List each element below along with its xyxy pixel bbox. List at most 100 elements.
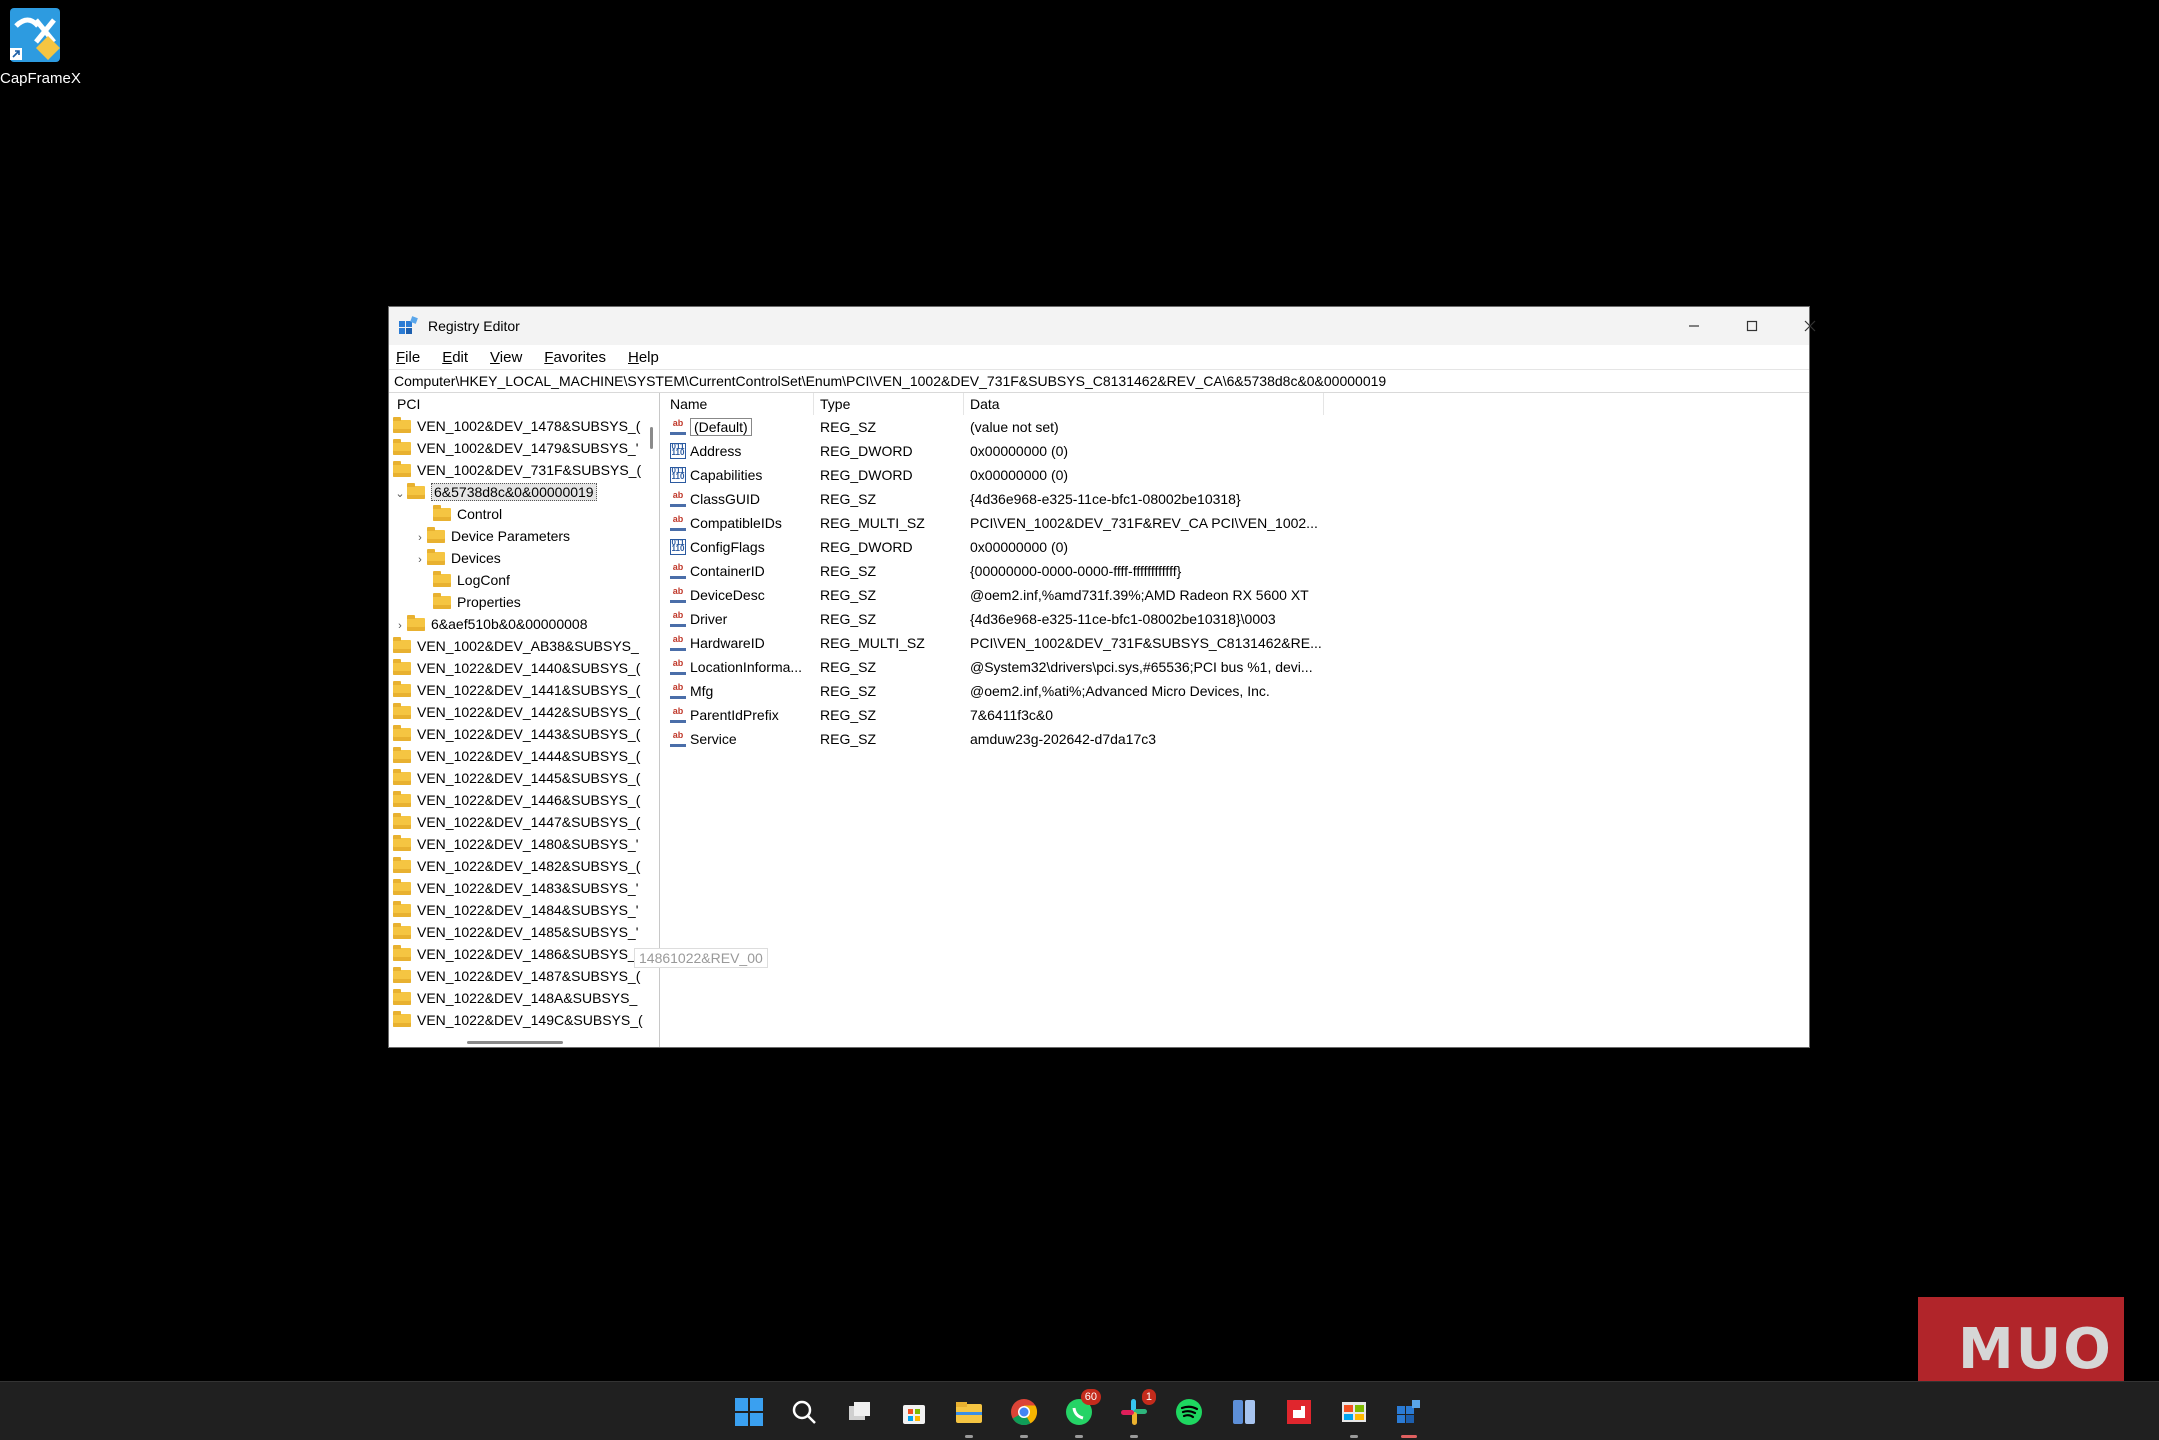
chevron-down-icon[interactable]: ⌄	[393, 483, 407, 505]
value-data: {4d36e968-e325-11ce-bfc1-08002be10318}	[970, 491, 1241, 507]
control-panel-button[interactable]	[1334, 1392, 1374, 1438]
value-row[interactable]: ab LocationInforma... REG_SZ @System32\driv…	[664, 655, 1809, 679]
menu-view[interactable]: View	[490, 349, 522, 366]
value-row[interactable]: 011 110 Address REG_DWORD 0x00000000 (0)	[664, 439, 1809, 463]
value-row[interactable]: ab Mfg REG_SZ @oem2.inf,%ati%;Advanced Micr…	[664, 679, 1809, 703]
tree-item[interactable]: VEN_1002&DEV_AB38&SUBSYS_	[389, 635, 659, 657]
close-button[interactable]	[1781, 307, 1839, 345]
folder-icon	[393, 725, 411, 741]
tree-item[interactable]: VEN_1002&DEV_1478&SUBSYS_(	[389, 415, 659, 437]
scroll-thumb[interactable]	[467, 1041, 563, 1044]
chrome-button[interactable]	[1004, 1392, 1044, 1438]
tree-item[interactable]: VEN_1022&DEV_149C&SUBSYS_(	[389, 1009, 659, 1031]
tree-horizontal-scrollbar[interactable]	[389, 1035, 645, 1047]
column-header-type[interactable]: Type	[814, 393, 964, 415]
amd-software-button[interactable]	[1279, 1392, 1319, 1432]
value-name: ConfigFlags	[690, 539, 765, 555]
tree-item[interactable]: VEN_1022&DEV_1486&SUBSYS_	[389, 943, 659, 965]
value-row[interactable]: ab HardwareID REG_MULTI_SZ PCI\VEN_1002&DEV…	[664, 631, 1809, 655]
tree-item[interactable]: VEN_1002&DEV_731F&SUBSYS_(	[389, 459, 659, 481]
value-data: @oem2.inf,%ati%;Advanced Micro Devices, …	[970, 683, 1270, 699]
value-row[interactable]: 011 110 Capabilities REG_DWORD 0x00000000 (0…	[664, 463, 1809, 487]
tree-item[interactable]: VEN_1022&DEV_1447&SUBSYS_(	[389, 811, 659, 833]
tree-item[interactable]: VEN_1022&DEV_148A&SUBSYS_	[389, 987, 659, 1009]
minimize-button[interactable]	[1665, 307, 1723, 345]
folder-icon	[427, 527, 445, 543]
tree-root[interactable]: PCI	[389, 393, 659, 415]
tree-item[interactable]: Control	[389, 503, 659, 525]
tree-item[interactable]: VEN_1022&DEV_1480&SUBSYS_'	[389, 833, 659, 855]
string-value-icon: ab	[670, 659, 686, 675]
string-value-icon: ab	[670, 611, 686, 627]
taskbar: 60 1	[0, 1381, 2159, 1440]
tree-item[interactable]: VEN_1022&DEV_1445&SUBSYS_(	[389, 767, 659, 789]
tree-item[interactable]: VEN_1022&DEV_1484&SUBSYS_'	[389, 899, 659, 921]
tree-item[interactable]: LogConf	[389, 569, 659, 591]
tree-item-label: 6&5738d8c&0&00000019	[431, 483, 597, 501]
value-row[interactable]: ab ParentIdPrefix REG_SZ 7&6411f3c&0	[664, 703, 1809, 727]
chevron-right-icon[interactable]: ›	[413, 527, 427, 549]
value-row[interactable]: ab Driver REG_SZ {4d36e968-e325-11ce-bfc1-0…	[664, 607, 1809, 631]
tree-item[interactable]: VEN_1022&DEV_1482&SUBSYS_(	[389, 855, 659, 877]
tree-item[interactable]: VEN_1022&DEV_1487&SUBSYS_(	[389, 965, 659, 987]
running-indicator	[1075, 1435, 1083, 1438]
tree-item[interactable]: VEN_1022&DEV_1444&SUBSYS_(	[389, 745, 659, 767]
value-row[interactable]: ab Service REG_SZ amduw23g-202642-d7da17c3	[664, 727, 1809, 751]
tree-item[interactable]: VEN_1022&DEV_1483&SUBSYS_'	[389, 877, 659, 899]
value-row[interactable]: ab DeviceDesc REG_SZ @oem2.inf,%amd731f.39%…	[664, 583, 1809, 607]
value-type: REG_SZ	[820, 611, 877, 627]
tree-item[interactable]: VEN_1002&DEV_1479&SUBSYS_'	[389, 437, 659, 459]
whatsapp-button[interactable]: 60	[1059, 1389, 1101, 1438]
folder-icon	[433, 593, 451, 609]
value-row[interactable]: ab (Default) REG_SZ (value not set)	[664, 415, 1809, 439]
slack-button[interactable]: 1	[1114, 1389, 1156, 1438]
tree-item[interactable]: › 6&aef510b&0&00000008	[389, 613, 659, 635]
tree-item[interactable]: VEN_1022&DEV_1442&SUBSYS_(	[389, 701, 659, 723]
desktop-icon-capframex[interactable]: CapFrameX	[0, 6, 81, 87]
maximize-button[interactable]	[1723, 307, 1781, 345]
tree-item-selected[interactable]: ⌄ 6&5738d8c&0&00000019	[389, 481, 659, 503]
folder-icon	[393, 659, 411, 675]
tree-item[interactable]: VEN_1022&DEV_1485&SUBSYS_'	[389, 921, 659, 943]
search-button[interactable]	[784, 1392, 824, 1432]
store-button[interactable]	[894, 1392, 934, 1432]
spotify-button[interactable]	[1169, 1392, 1209, 1432]
value-name: ClassGUID	[690, 491, 761, 507]
value-name: DeviceDesc	[690, 587, 765, 603]
address-bar[interactable]: Computer\HKEY_LOCAL_MACHINE\SYSTEM\Curre…	[389, 369, 1809, 393]
tree-item-label: Control	[457, 506, 503, 522]
menu-favorites[interactable]: Favorites	[544, 349, 606, 366]
binary-value-icon: 011 110	[670, 538, 686, 555]
chevron-right-icon[interactable]: ›	[413, 549, 427, 571]
app-button[interactable]	[1224, 1392, 1264, 1432]
menu-edit[interactable]: Edit	[442, 349, 468, 366]
column-header-data[interactable]: Data	[964, 393, 1324, 415]
tree-item[interactable]: VEN_1022&DEV_1443&SUBSYS_(	[389, 723, 659, 745]
tree-root-label: PCI	[397, 396, 421, 412]
value-type: REG_SZ	[820, 563, 877, 579]
tree-item-label: VEN_1022&DEV_1486&SUBSYS_	[417, 946, 636, 962]
tree-item[interactable]: VEN_1022&DEV_1446&SUBSYS_(	[389, 789, 659, 811]
folder-icon	[393, 967, 411, 983]
value-data: {00000000-0000-0000-ffff-ffffffffffff}	[970, 563, 1182, 579]
registry-editor-taskbar-button[interactable]	[1389, 1392, 1429, 1438]
tree-item[interactable]: › Device Parameters	[389, 525, 659, 547]
task-view-button[interactable]	[839, 1392, 879, 1432]
column-header-name[interactable]: Name	[664, 393, 814, 415]
tree-item[interactable]: › Devices	[389, 547, 659, 569]
menu-help[interactable]: Help	[628, 349, 659, 366]
tree-item[interactable]: VEN_1022&DEV_1440&SUBSYS_(	[389, 657, 659, 679]
tree-item[interactable]: Properties	[389, 591, 659, 613]
value-row[interactable]: 011 110 ConfigFlags REG_DWORD 0x00000000 (0)	[664, 535, 1809, 559]
value-row[interactable]: ab ClassGUID REG_SZ {4d36e968-e325-11ce-bfc…	[664, 487, 1809, 511]
file-explorer-button[interactable]	[949, 1392, 989, 1438]
value-row[interactable]: ab ContainerID REG_SZ {00000000-0000-0000-f…	[664, 559, 1809, 583]
tree-item-label: VEN_1022&DEV_1480&SUBSYS_'	[417, 836, 639, 852]
title-bar[interactable]: Registry Editor	[389, 307, 1816, 345]
scroll-thumb[interactable]	[650, 427, 653, 449]
value-row[interactable]: ab CompatibleIDs REG_MULTI_SZ PCI\VEN_1002&…	[664, 511, 1809, 535]
start-button[interactable]	[729, 1392, 769, 1432]
chevron-right-icon[interactable]: ›	[393, 615, 407, 637]
menu-file[interactable]: File	[396, 349, 420, 366]
tree-item[interactable]: VEN_1022&DEV_1441&SUBSYS_(	[389, 679, 659, 701]
